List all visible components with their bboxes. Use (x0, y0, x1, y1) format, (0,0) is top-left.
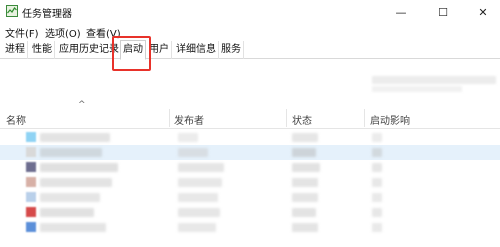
table-row[interactable] (0, 220, 500, 235)
blurred-cell (40, 193, 100, 202)
blurred-cell (178, 223, 216, 232)
blurred-cell (40, 163, 118, 172)
blurred-cell (40, 223, 106, 232)
menu-options[interactable]: 选项(O) (45, 25, 81, 40)
blurred-cell (372, 148, 382, 157)
minimize-button[interactable]: — (384, 0, 418, 24)
column-status[interactable]: 状态 (292, 112, 312, 127)
startup-table-body (0, 130, 500, 235)
app-icon (26, 207, 36, 217)
column-publisher[interactable]: 发布者 (174, 112, 204, 127)
tab-processes[interactable]: 进程 (3, 41, 28, 59)
table-row[interactable] (0, 130, 500, 145)
table-row[interactable] (0, 205, 500, 220)
column-divider[interactable] (286, 109, 287, 127)
blurred-cell (178, 208, 220, 217)
app-icon (26, 162, 36, 172)
blurred-cell (292, 163, 320, 172)
tab-details[interactable]: 详细信息 (174, 41, 219, 59)
blurred-info (372, 76, 496, 84)
tab-services[interactable]: 服务 (219, 41, 244, 59)
table-row[interactable] (0, 160, 500, 175)
blurred-cell (292, 148, 316, 157)
blurred-cell (292, 223, 318, 232)
column-divider[interactable] (169, 109, 170, 127)
app-icon (26, 192, 36, 202)
column-name[interactable]: 名称 (6, 112, 26, 127)
app-icon (26, 132, 36, 142)
window-title: 任务管理器 (22, 9, 72, 20)
app-icon (26, 222, 36, 232)
menu-bar: 文件(F) 选项(O) 查看(V) (0, 24, 500, 40)
blurred-cell (372, 178, 382, 187)
task-manager-icon (6, 5, 18, 17)
blurred-cell (372, 133, 382, 142)
blurred-cell (40, 148, 102, 157)
blurred-cell (292, 208, 316, 217)
close-button[interactable]: ✕ (466, 0, 500, 24)
menu-file[interactable]: 文件(F) (5, 25, 39, 40)
blurred-cell (372, 163, 382, 172)
blurred-cell (178, 148, 208, 157)
blurred-cell (372, 208, 382, 217)
app-icon (26, 177, 36, 187)
highlight-annotation-box (112, 36, 151, 71)
table-row[interactable] (0, 175, 500, 190)
blurred-cell (292, 133, 318, 142)
maximize-button[interactable]: ☐ (426, 0, 460, 24)
tab-strip: 进程 性能 应用历史记录 启动 用户 详细信息 服务 (0, 40, 500, 60)
blurred-cell (40, 178, 112, 187)
table-header: 名称 发布者 状态 启动影响 (0, 107, 500, 129)
blurred-cell (178, 178, 222, 187)
blurred-info-secondary (372, 86, 462, 92)
app-icon (26, 147, 36, 157)
title-bar: 任务管理器 — ☐ ✕ (0, 0, 500, 24)
column-divider[interactable] (364, 109, 365, 127)
blurred-cell (40, 133, 110, 142)
blurred-cell (178, 163, 224, 172)
blurred-cell (292, 178, 318, 187)
tab-performance[interactable]: 性能 (30, 41, 55, 59)
blurred-cell (292, 193, 318, 202)
table-row[interactable] (0, 190, 500, 205)
blurred-cell (40, 208, 94, 217)
blurred-cell (372, 223, 382, 232)
table-row-selected[interactable] (0, 145, 500, 160)
blurred-cell (178, 133, 198, 142)
blurred-cell (372, 193, 382, 202)
blurred-cell (178, 193, 218, 202)
column-startup-impact[interactable]: 启动影响 (370, 112, 410, 127)
